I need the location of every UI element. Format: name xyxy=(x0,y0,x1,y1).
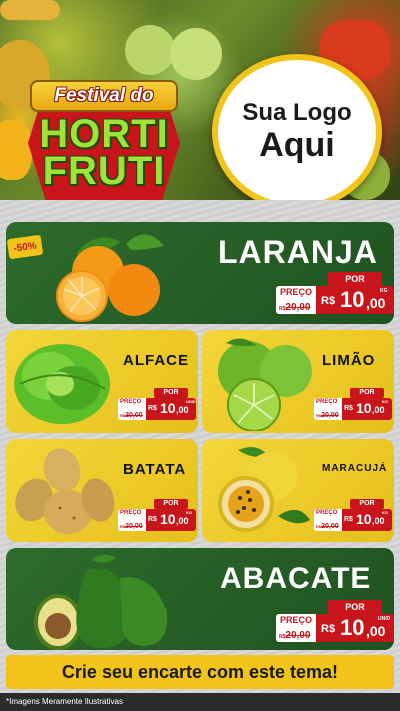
product-name: ABACATE xyxy=(220,562,372,595)
product-card-batata[interactable]: BATATA POR PREÇO R$20,00 R$ 10 ,00 KG xyxy=(6,439,198,542)
product-card-limao[interactable]: LIMÃO POR PREÇO R$20,00 R$ 10 ,00 KG xyxy=(202,330,394,433)
new-price: R$ 10 ,00 KG xyxy=(342,509,392,531)
new-price: R$ 10 ,00 UNID xyxy=(316,614,394,642)
cta-banner[interactable]: Crie seu encarte com este tema! xyxy=(6,655,394,689)
new-price: R$ 10 ,00 KG xyxy=(316,286,394,314)
price-tag: POR PREÇO R$20,00 R$ 10 ,00 KG xyxy=(314,499,392,531)
product-name: ALFACE xyxy=(123,352,189,369)
new-price: R$ 10 ,00 KG xyxy=(342,398,392,420)
old-price-value: 20,00 xyxy=(285,630,311,641)
product-name: BATATA xyxy=(123,461,187,478)
price-por-label: POR xyxy=(154,388,188,398)
old-price-value: 20,00 xyxy=(321,412,339,419)
price-decimal: ,00 xyxy=(366,295,386,311)
potato-image xyxy=(15,448,115,534)
price-unit: UNID xyxy=(378,616,391,622)
price-por-label: POR xyxy=(328,272,382,286)
old-price-label: PREÇO xyxy=(280,615,313,625)
price-por-label: POR xyxy=(350,499,384,509)
price-decimal: ,00 xyxy=(372,516,385,526)
old-price-value: 20,00 xyxy=(125,523,143,530)
logo-text-line1: Sua Logo xyxy=(242,99,352,127)
new-price: R$ 10 ,00 UNID xyxy=(146,398,196,420)
price-por-label: POR xyxy=(350,388,384,398)
price-integer: 10 xyxy=(356,511,372,527)
header-banner: Festival do HORTI FRUTI Sua Logo Aqui xyxy=(0,0,400,215)
old-price-value: 20,00 xyxy=(125,412,143,419)
passion-fruit-image xyxy=(218,447,310,532)
old-price: PREÇO R$20,00 xyxy=(276,614,316,642)
product-name: MARACUJÁ xyxy=(322,463,388,474)
price-tag: POR PREÇO R$20,00 R$ 10 ,00 UNID xyxy=(118,388,196,420)
logo-placeholder[interactable]: Sua Logo Aqui xyxy=(212,54,382,210)
old-price: PREÇO R$20,00 xyxy=(314,509,342,531)
price-decimal: ,00 xyxy=(366,623,386,639)
price-currency: R$ xyxy=(148,516,157,523)
price-currency: R$ xyxy=(344,516,353,523)
badge-title-line2: FRUTI xyxy=(42,149,166,193)
price-por-label: POR xyxy=(328,600,382,614)
price-integer: 10 xyxy=(160,400,176,416)
old-price-label: PREÇO xyxy=(316,510,338,516)
price-decimal: ,00 xyxy=(176,405,189,415)
price-tag: POR PREÇO R$20,00 R$ 10 ,00 UNID xyxy=(276,600,394,644)
old-price-value: 20,00 xyxy=(285,302,311,313)
product-card-alface[interactable]: ALFACE POR PREÇO R$20,00 R$ 10 ,00 UNID xyxy=(6,330,198,433)
product-card-abacate[interactable]: ABACATE POR PREÇO R$20,00 R$ 10 ,00 UNID xyxy=(6,548,394,650)
lime-image xyxy=(218,338,312,431)
old-price-label: PREÇO xyxy=(280,287,313,297)
old-price: PREÇO R$20,00 xyxy=(276,286,316,314)
price-currency: R$ xyxy=(148,405,157,412)
new-price: R$ 10 ,00 KG xyxy=(146,509,196,531)
badge-title-line1: HORTI xyxy=(39,112,169,156)
old-price-label: PREÇO xyxy=(316,399,338,405)
footer-disclaimer: *Imagens Meramente Ilustrativas xyxy=(0,693,400,711)
price-integer: 10 xyxy=(356,400,372,416)
price-integer: 10 xyxy=(340,287,365,312)
price-unit: KG xyxy=(382,399,388,404)
carrot-decoration xyxy=(0,0,60,20)
price-integer: 10 xyxy=(160,511,176,527)
avocado-image xyxy=(34,554,168,650)
old-price-label: PREÇO xyxy=(120,399,142,405)
price-tag: POR PREÇO R$20,00 R$ 10 ,00 KG xyxy=(276,272,394,316)
price-currency: R$ xyxy=(344,405,353,412)
price-unit: UNID xyxy=(186,399,196,404)
price-unit: KG xyxy=(186,510,192,515)
orange-image xyxy=(56,234,164,322)
logo-text-line2: Aqui xyxy=(259,125,335,164)
product-name: LIMÃO xyxy=(322,352,376,369)
price-decimal: ,00 xyxy=(372,405,385,415)
product-card-laranja[interactable]: LARANJA POR PREÇO R$20,00 R$ 10 ,00 KG xyxy=(6,222,394,324)
badge-ribbon: Festival do xyxy=(30,80,178,112)
price-tag: POR PREÇO R$20,00 R$ 10 ,00 KG xyxy=(314,388,392,420)
price-decimal: ,00 xyxy=(176,516,189,526)
lettuce-image xyxy=(14,344,110,424)
price-unit: KG xyxy=(382,510,388,515)
price-unit: KG xyxy=(380,288,388,294)
old-price: PREÇO R$20,00 xyxy=(314,398,342,420)
price-currency: R$ xyxy=(321,295,336,307)
price-por-label: POR xyxy=(154,499,188,509)
product-name: LARANJA xyxy=(218,234,378,270)
old-price: PREÇO R$20,00 xyxy=(118,398,146,420)
price-tag: POR PREÇO R$20,00 R$ 10 ,00 KG xyxy=(118,499,196,531)
product-card-maracuja[interactable]: MARACUJÁ POR PREÇO R$20,00 R$ 10 ,00 KG xyxy=(202,439,394,542)
price-integer: 10 xyxy=(340,615,365,640)
festival-badge: Festival do HORTI FRUTI xyxy=(20,66,186,206)
old-price-value: 20,00 xyxy=(321,523,339,530)
old-price-label: PREÇO xyxy=(120,510,142,516)
price-currency: R$ xyxy=(321,623,336,635)
old-price: PREÇO R$20,00 xyxy=(118,509,146,531)
badge-title: HORTI FRUTI xyxy=(32,112,176,193)
